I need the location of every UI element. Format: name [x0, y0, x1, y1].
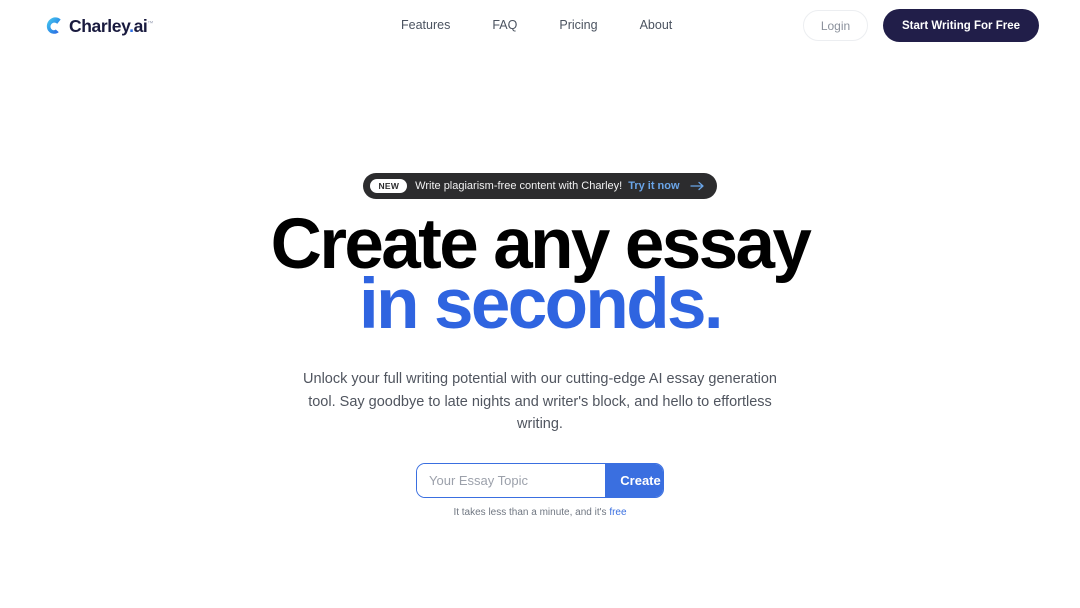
announcement-banner[interactable]: NEW Write plagiarism-free content with C…: [363, 173, 717, 199]
landing-page: Charley.ai™ Features FAQ Pricing About L…: [0, 0, 1080, 608]
helper-text-prefix: It takes less than a minute, and it's: [453, 506, 610, 518]
try-it-now-link[interactable]: Try it now: [628, 180, 679, 192]
hero-section: NEW Write plagiarism-free content with C…: [0, 0, 1080, 608]
page-title: Create any essay in seconds.: [271, 209, 812, 344]
headline-line-2: in seconds.: [358, 265, 724, 344]
free-link[interactable]: free: [609, 507, 626, 518]
banner-text: Write plagiarism-free content with Charl…: [415, 180, 623, 192]
essay-topic-form: Create: [416, 462, 664, 498]
create-button[interactable]: Create: [605, 463, 663, 497]
arrow-right-icon[interactable]: [689, 181, 705, 191]
hero-subtitle: Unlock your full writing potential with …: [303, 371, 777, 432]
new-badge: NEW: [370, 178, 408, 194]
form-helper-text: It takes less than a minute, and it's fr…: [453, 507, 626, 518]
essay-topic-input[interactable]: [417, 463, 605, 497]
